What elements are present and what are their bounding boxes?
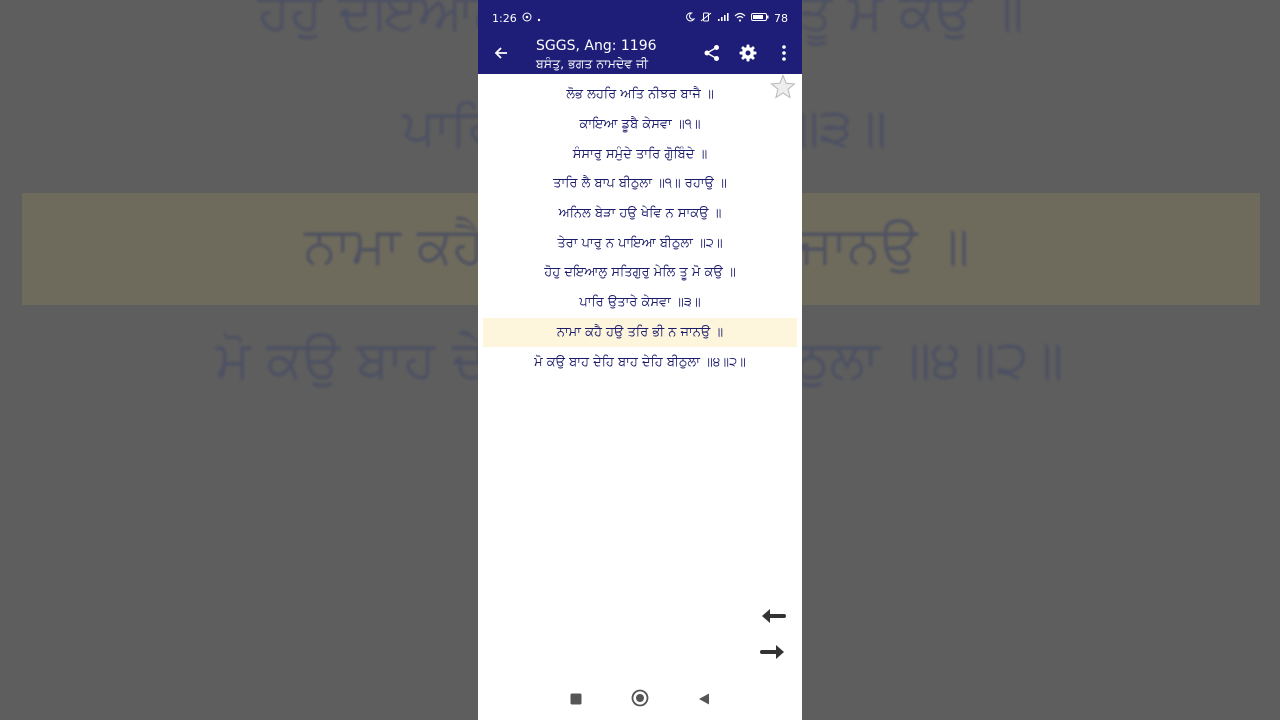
verse-line[interactable]: ਸੰਸਾਰੁ ਸਮੁੰਦੇ ਤਾਰਿ ਗੋੁਬਿੰਦੇ ॥ [483, 139, 797, 169]
share-button[interactable] [694, 36, 730, 74]
battery-icon [751, 12, 769, 25]
more-vert-icon [782, 45, 786, 65]
bookmark-star-button[interactable] [770, 74, 796, 100]
verse-line[interactable]: ਕਾਇਆ ਡੂਬੈ ਕੇਸਵਾ ॥੧॥ [483, 110, 797, 140]
system-navigation-bar [478, 680, 802, 720]
page-subtitle: ਬਸੰਤੁ, ਭਗਤ ਨਾਮਦੇਵ ਜੀ [536, 55, 649, 71]
verse-line-highlighted[interactable]: ਨਾਮਾ ਕਹੈ ਹਉ ਤਰਿ ਭੀ ਨ ਜਾਨਉ ॥ [483, 317, 797, 348]
share-icon [703, 44, 721, 66]
wifi-icon [734, 12, 746, 25]
app-bar: SGGS, Ang: 1196 ਬਸੰਤੁ, ਭਗਤ ਨਾਮਦੇਵ ਜੀ [478, 36, 802, 74]
gear-icon [739, 44, 757, 66]
system-back-button[interactable] [697, 691, 711, 710]
signal-icon [717, 12, 729, 25]
arrow-back-icon [493, 45, 509, 65]
arrow-right-icon [760, 645, 786, 665]
verse-line[interactable]: ਹੋਹੁ ਦਇਆਲੁ ਸਤਿਗੁਰੁ ਮੇਲਿ ਤੂ ਮੋ ਕਉ ॥ [483, 258, 797, 288]
app-bar-titles: SGGS, Ang: 1196 ਬਸੰਤੁ, ਭਗਤ ਨਾਮਦੇਵ ਜੀ [524, 38, 694, 71]
verse-line[interactable]: ਪਾਰਿ ਉਤਾਰੇ ਕੇਸਵਾ ॥੩॥ [483, 288, 797, 318]
next-page-button[interactable] [760, 643, 786, 661]
verse-line[interactable]: ਤੇਰਾ ਪਾਰੁ ਨ ਪਾਇਆ ਬੀਠੁਲਾ ॥੨॥ [483, 228, 797, 258]
whatsapp-icon [522, 12, 532, 25]
recents-button[interactable] [569, 691, 583, 710]
verse-line[interactable]: ਤਾਰਿ ਲੈ ਬਾਪ ਬੀਠੁਲਾ ॥੧॥ ਰਹਾਉ ॥ [483, 169, 797, 199]
moon-icon [685, 11, 696, 25]
overflow-menu-button[interactable] [766, 36, 802, 74]
status-bar: 1:26 78 [478, 0, 802, 36]
verse-line[interactable]: ਅਨਿਲ ਬੇੜਾ ਹਉ ਖੇਵਿ ਨ ਸਾਕਉ ॥ [483, 199, 797, 229]
verse-line[interactable]: ਲੋਭ ਲਹਰਿ ਅਤਿ ਨੀਝਰ ਬਾਜੈ ॥ [483, 80, 797, 110]
star-icon [770, 74, 796, 104]
home-button[interactable] [631, 689, 649, 711]
previous-page-button[interactable] [760, 607, 786, 625]
arrow-left-icon [760, 609, 786, 629]
settings-button[interactable] [730, 36, 766, 74]
verse-line[interactable]: ਮੋ ਕਉ ਬਾਹ ਦੇਹਿ ਬਾਹ ਦੇਹਿ ਬੀਠੁਲਾ ॥੪॥੨॥ [483, 347, 797, 377]
back-button[interactable] [478, 36, 524, 74]
status-time: 1:26 [492, 11, 517, 25]
dot-icon [537, 12, 541, 25]
vibrate-off-icon [700, 12, 712, 25]
app-bar-actions [694, 36, 802, 74]
phone-screen: 1:26 78 SGGS, Ang: 1196 ਬਸੰਤੁ, ਭਗਤ ਨਾਮਦੇ… [478, 0, 802, 720]
page-title: SGGS, Ang: 1196 [536, 38, 657, 55]
verse-list: ਲੋਭ ਲਹਰਿ ਅਤਿ ਨੀਝਰ ਬਾਜੈ ॥ ਕਾਇਆ ਡੂਬੈ ਕੇਸਵਾ… [478, 74, 802, 377]
battery-percent: 78 [774, 11, 788, 25]
